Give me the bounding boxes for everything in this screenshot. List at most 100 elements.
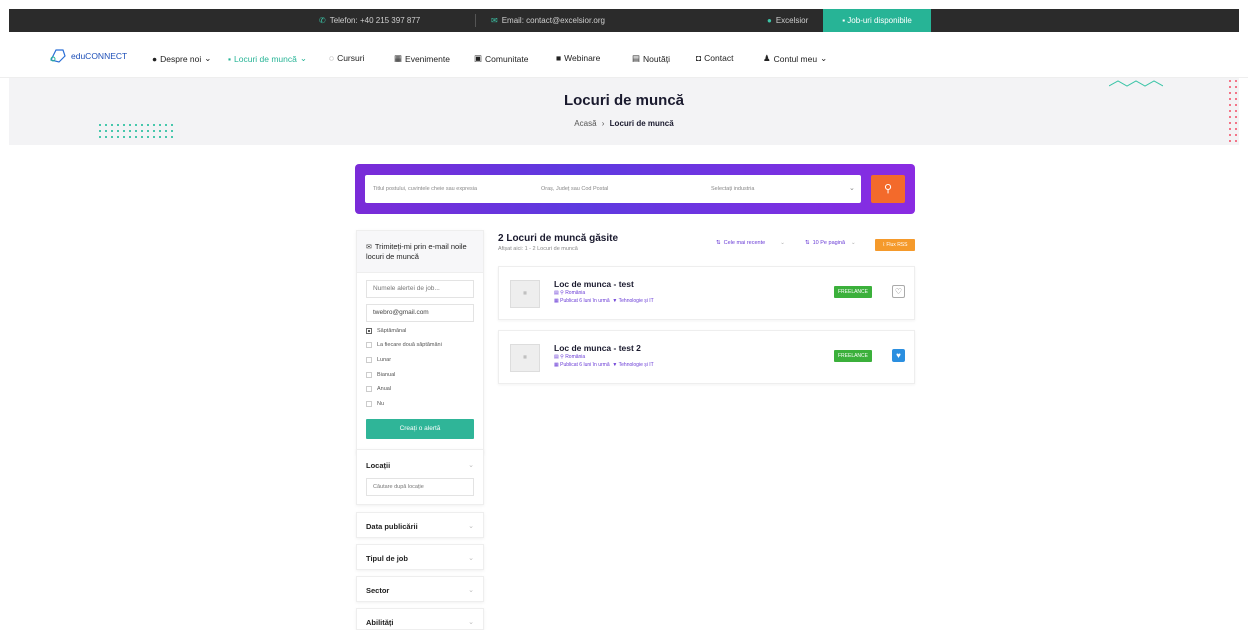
frequency-option[interactable]: Săptămânal bbox=[366, 328, 406, 334]
nav-locuri-de-munca[interactable]: ▪ Locuri de muncă ⌄ bbox=[228, 53, 307, 64]
search-button[interactable]: ⚲ bbox=[871, 175, 905, 203]
job-type-badge: FREELANCE bbox=[834, 286, 872, 298]
frequency-option[interactable]: Nu bbox=[366, 401, 384, 407]
checkbox-icon[interactable] bbox=[366, 372, 372, 378]
nav-contact[interactable]: ◘ Contact bbox=[696, 53, 733, 63]
nav-comunitate[interactable]: ▣ Comunitate bbox=[474, 53, 529, 64]
logo-icon bbox=[50, 49, 66, 63]
sort-select[interactable]: ⇅ Cele mai recente ⌄ bbox=[716, 240, 785, 246]
job-meta: ▦ Publicat 6 luni în urmă ▼ Tehnologie ș… bbox=[554, 298, 654, 304]
location-input[interactable]: Oraș, Județ sau Cod Postal bbox=[541, 175, 608, 203]
job-search-bar: Titlul postului, cuvintele cheie sau exp… bbox=[355, 164, 915, 214]
create-alert-button[interactable]: Creați o alertă bbox=[366, 419, 474, 439]
checkbox-icon[interactable] bbox=[366, 342, 372, 348]
available-jobs-button[interactable]: ▪ Job-uri disponibile bbox=[823, 9, 931, 32]
favorite-heart-icon[interactable]: ♡ bbox=[892, 285, 905, 298]
rss-feed-button[interactable]: ⌇ Flux RSS bbox=[875, 239, 915, 251]
phone-info[interactable]: ✆ Telefon: +40 215 397 877 bbox=[319, 9, 420, 32]
nav-evenimente[interactable]: ▦ Evenimente bbox=[394, 53, 450, 64]
chevron-down-icon[interactable]: ⌄ bbox=[849, 175, 855, 203]
job-meta: ▦ Publicat 6 luni în urmă ▼ Tehnologie ș… bbox=[554, 362, 654, 368]
industry-select[interactable]: Selectați industria bbox=[711, 175, 754, 203]
decorative-wave bbox=[1109, 80, 1163, 87]
main-nav: eduCONNECT ● Despre noi ⌄ ▪ Locuri de muncă… bbox=[0, 32, 1248, 78]
search-icon: ⚲ bbox=[883, 183, 893, 195]
rss-icon: ⌇ bbox=[882, 242, 885, 248]
nav-despre-noi[interactable]: ● Despre noi ⌄ bbox=[152, 53, 211, 64]
filter-skills[interactable]: Abilități ⌄ bbox=[356, 608, 484, 630]
job-card[interactable]: ▦ Loc de munca - test ▤ ⚲ România ▦ Publ… bbox=[498, 266, 915, 320]
filter-locations-title[interactable]: Locații bbox=[366, 461, 390, 470]
frequency-option[interactable]: Bianual bbox=[366, 372, 395, 378]
chevron-down-icon: ⌄ bbox=[204, 53, 212, 63]
job-card[interactable]: ▦ Loc de munca - test 2 ▤ ⚲ România ▦ Pu… bbox=[498, 330, 915, 384]
nav-contul-meu[interactable]: ♟ Contul meu ⌄ bbox=[763, 53, 827, 64]
pin-icon: ⚲ bbox=[560, 290, 564, 296]
filter-sector-title[interactable]: Sector bbox=[366, 586, 389, 595]
job-location: ▤ ⚲ România bbox=[554, 290, 586, 296]
checkbox-icon[interactable] bbox=[366, 386, 372, 392]
nav-noutati[interactable]: ▤ Noutăți bbox=[632, 53, 670, 64]
alert-header: ✉ Trimiteți-mi prin e-mail noile locuri d… bbox=[357, 231, 483, 273]
chevron-down-icon[interactable]: ⌄ bbox=[468, 618, 474, 626]
breadcrumb-home[interactable]: Acasă bbox=[574, 119, 596, 128]
pin-icon: ⚲ bbox=[560, 354, 564, 360]
building-icon: ▤ bbox=[554, 290, 559, 296]
email-info[interactable]: ✉ Email: contact@excelsior.org bbox=[491, 9, 605, 32]
user-link[interactable]: ● Excelsior bbox=[767, 9, 808, 32]
checkbox-icon[interactable] bbox=[366, 401, 372, 407]
frequency-option[interactable]: La fiecare două săptămâni bbox=[366, 342, 442, 348]
job-title[interactable]: Loc de munca - test bbox=[554, 279, 634, 289]
job-location: ▤ ⚲ România bbox=[554, 354, 586, 360]
chevron-down-icon: ⌄ bbox=[299, 53, 307, 63]
news-icon: ▤ bbox=[632, 53, 641, 63]
sort-icon: ⇅ bbox=[805, 240, 810, 246]
info-icon: ● bbox=[152, 53, 158, 64]
filter-locations: Locații ⌄ Căutare după locație bbox=[356, 449, 484, 505]
favorite-heart-icon[interactable]: ♥ bbox=[892, 349, 905, 362]
chevron-down-icon[interactable]: ⌄ bbox=[468, 522, 474, 530]
calendar-icon: ▦ bbox=[394, 53, 403, 63]
job-alert-panel: ✉ Trimiteți-mi prin e-mail noile locuri d… bbox=[356, 230, 484, 454]
frequency-option[interactable]: Anual bbox=[366, 386, 391, 392]
filter-icon: ▼ bbox=[612, 362, 618, 368]
community-icon: ▣ bbox=[474, 53, 483, 63]
calendar-icon: ▦ bbox=[554, 298, 559, 304]
alert-name-input[interactable]: Numele alertei de job... bbox=[366, 280, 474, 298]
nav-cursuri[interactable]: ◌ Cursuri bbox=[329, 53, 364, 63]
checkbox-icon[interactable] bbox=[366, 357, 372, 363]
envelope-icon: ✉ bbox=[491, 16, 498, 25]
user-icon: ● bbox=[767, 16, 772, 25]
chevron-down-icon[interactable]: ⌄ bbox=[468, 586, 474, 594]
sort-icon: ⇅ bbox=[716, 240, 721, 246]
frequency-option[interactable]: Lunar bbox=[366, 357, 391, 363]
filter-skills-title[interactable]: Abilități bbox=[366, 618, 394, 627]
logo[interactable]: eduCONNECT bbox=[47, 48, 127, 64]
account-icon: ♟ bbox=[763, 53, 771, 63]
envelope-icon: ✉ bbox=[366, 244, 372, 251]
breadcrumb-separator: › bbox=[601, 119, 605, 128]
alert-email-field[interactable]: twebro@gmail.com bbox=[366, 304, 474, 322]
breadcrumb-current: Locuri de muncă bbox=[609, 119, 674, 128]
chat-icon: ◌ bbox=[329, 53, 335, 63]
filter-date[interactable]: Data publicării ⌄ bbox=[356, 512, 484, 538]
filter-sector[interactable]: Sector ⌄ bbox=[356, 576, 484, 602]
location-filter-input[interactable]: Căutare după locație bbox=[366, 478, 474, 496]
results-count: 2 Locuri de muncă găsite bbox=[498, 233, 619, 244]
decorative-dots bbox=[1227, 78, 1239, 144]
per-page-select[interactable]: ⇅ 10 Pe pagină ⌄ bbox=[805, 240, 856, 246]
page-title: Locuri de muncă bbox=[563, 92, 685, 109]
filter-date-title[interactable]: Data publicării bbox=[366, 522, 418, 531]
filter-job-type-title[interactable]: Tipul de job bbox=[366, 554, 408, 563]
chevron-down-icon[interactable]: ⌄ bbox=[468, 461, 474, 469]
job-title[interactable]: Loc de munca - test 2 bbox=[554, 343, 641, 353]
video-icon: ■ bbox=[556, 53, 562, 63]
chevron-down-icon: ⌄ bbox=[820, 53, 828, 63]
nav-webinare[interactable]: ■ Webinare bbox=[556, 53, 600, 63]
page-hero: Locuri de muncă Acasă › Locuri de muncă bbox=[9, 78, 1239, 145]
checkbox-icon[interactable] bbox=[366, 328, 372, 334]
chevron-down-icon: ⌄ bbox=[851, 240, 856, 246]
chevron-down-icon[interactable]: ⌄ bbox=[468, 554, 474, 562]
keywords-input[interactable]: Titlul postului, cuvintele cheie sau exp… bbox=[373, 175, 477, 203]
filter-job-type[interactable]: Tipul de job ⌄ bbox=[356, 544, 484, 570]
